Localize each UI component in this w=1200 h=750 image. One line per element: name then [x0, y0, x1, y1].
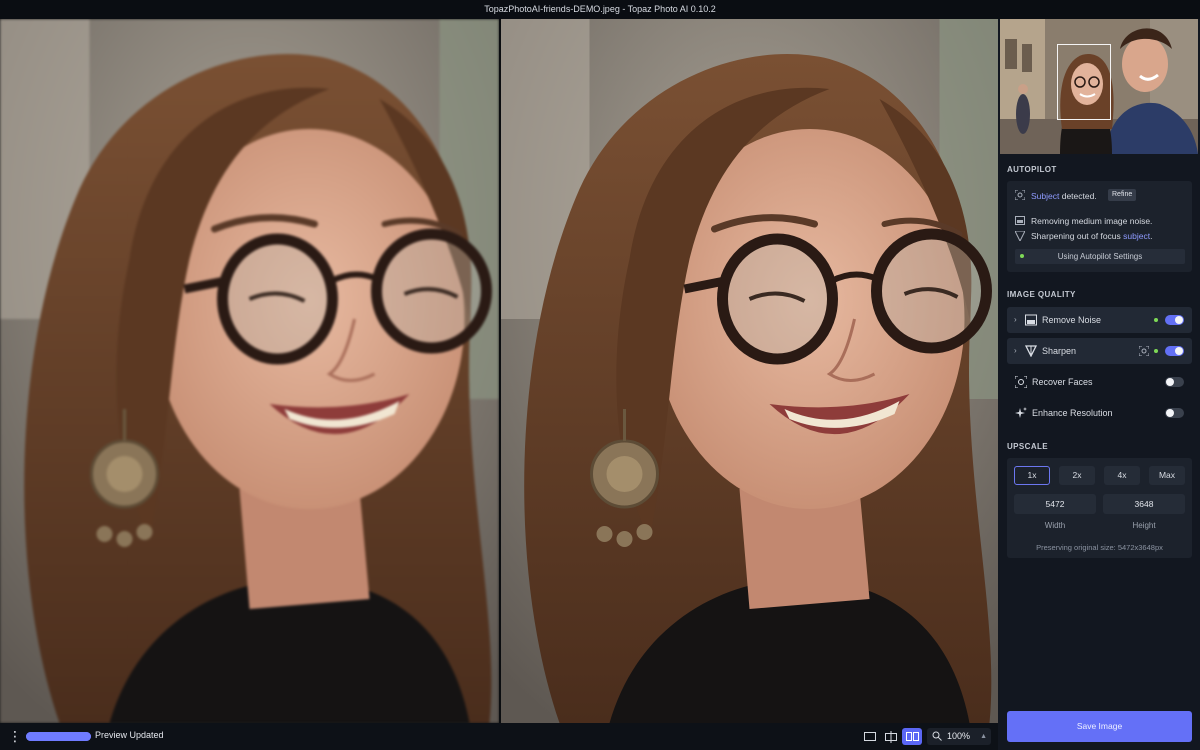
autopilot-active-dot	[1020, 254, 1024, 258]
side-by-side-icon	[905, 732, 919, 741]
zoom-dropdown[interactable]: 100% ▲	[927, 728, 991, 745]
toggle-knob	[1175, 316, 1183, 324]
remove-noise-label: Remove Noise	[1042, 315, 1102, 325]
enhance-resolution-toggle[interactable]	[1165, 408, 1184, 418]
toggle-knob	[1166, 409, 1174, 417]
sharpen-suffix: .	[1150, 231, 1153, 241]
recover-faces-label: Recover Faces	[1032, 377, 1093, 387]
split-view-button[interactable]	[881, 728, 901, 745]
scale-1x-button[interactable]: 1x	[1014, 466, 1050, 485]
height-label: Height	[1132, 521, 1156, 530]
remove-noise-row[interactable]: › Remove Noise	[1007, 307, 1192, 333]
status-bar: ⋮ Preview Updated 100% ▲	[0, 723, 998, 750]
remove-noise-icon	[1025, 314, 1037, 326]
noise-status-text: Removing medium image noise.	[1031, 216, 1153, 226]
sharpen-subject-link[interactable]: subject	[1123, 231, 1150, 241]
processed-photo	[501, 19, 998, 723]
subject-detected-text: Subject detected.	[1031, 191, 1097, 201]
sharpen-label: Sharpen	[1042, 346, 1077, 356]
remove-noise-active-dot	[1154, 318, 1158, 322]
recover-faces-icon	[1015, 376, 1027, 388]
enhance-resolution-row[interactable]: Enhance Resolution	[1007, 400, 1192, 426]
autopilot-settings-button[interactable]: Using Autopilot Settings	[1015, 249, 1185, 264]
enhance-resolution-label: Enhance Resolution	[1032, 408, 1113, 418]
processed-preview[interactable]	[501, 19, 998, 723]
recover-faces-row[interactable]: Recover Faces	[1007, 369, 1192, 395]
sharpen-active-dot	[1154, 349, 1158, 353]
autopilot-heading: AUTOPILOT	[1007, 165, 1057, 174]
scale-4x-button[interactable]: 4x	[1104, 466, 1140, 485]
upscale-heading: UPSCALE	[1007, 442, 1049, 451]
toggle-knob	[1175, 347, 1183, 355]
subject-detect-icon	[1015, 190, 1025, 200]
sharpen-icon	[1025, 345, 1037, 357]
chevron-right-icon: ›	[1014, 315, 1017, 324]
sharpen-prefix: Sharpening out of focus	[1031, 231, 1124, 241]
refine-button[interactable]: Refine	[1108, 189, 1137, 201]
noise-icon	[1015, 216, 1025, 225]
upscale-card: 1x 2x 4x Max 5472 3648 Width Height Pres…	[1007, 458, 1192, 558]
navigator-viewport-frame[interactable]	[1057, 44, 1111, 120]
subject-link[interactable]: Subject	[1031, 191, 1059, 201]
scale-2x-button[interactable]: 2x	[1059, 466, 1095, 485]
single-view-button[interactable]	[860, 728, 880, 745]
settings-sidebar: AUTOPILOT Subject detected. Refine Remov…	[998, 19, 1200, 750]
width-input[interactable]: 5472	[1014, 494, 1096, 514]
more-menu-icon[interactable]: ⋮	[8, 729, 22, 745]
original-preview[interactable]	[0, 19, 499, 723]
sharpen-small-icon	[1015, 231, 1025, 241]
preview-progress-fill	[26, 732, 91, 741]
window-title: TopazPhotoAI-friends-DEMO.jpeg - Topaz P…	[0, 0, 1200, 19]
zoom-value: 100%	[947, 731, 971, 741]
single-view-icon	[864, 732, 876, 741]
toggle-knob	[1166, 378, 1174, 386]
remove-noise-toggle[interactable]	[1165, 315, 1184, 325]
subject-target-icon[interactable]	[1139, 346, 1149, 356]
side-by-side-view-button[interactable]	[902, 728, 922, 745]
sparkle-icon	[1015, 407, 1027, 418]
autopilot-card: Subject detected. Refine Removing medium…	[1007, 181, 1192, 272]
status-text: Preview Updated	[95, 730, 164, 740]
image-quality-heading: IMAGE QUALITY	[1007, 290, 1076, 299]
split-view-icon	[885, 730, 897, 743]
sharpen-toggle[interactable]	[1165, 346, 1184, 356]
scale-max-button[interactable]: Max	[1149, 466, 1185, 485]
preview-progress-bar	[26, 732, 91, 741]
autopilot-settings-label: Using Autopilot Settings	[1057, 252, 1143, 261]
original-photo	[0, 19, 499, 723]
sharpen-row[interactable]: › Sharpen	[1007, 338, 1192, 364]
chevron-up-icon: ▲	[980, 733, 987, 740]
sharpen-status-text: Sharpening out of focus subject.	[1031, 231, 1152, 241]
image-viewer[interactable]	[0, 19, 998, 723]
width-label: Width	[1044, 521, 1066, 530]
detected-suffix: detected.	[1059, 191, 1097, 201]
navigator-thumbnail[interactable]	[1000, 19, 1198, 154]
chevron-right-icon: ›	[1014, 346, 1017, 355]
recover-faces-toggle[interactable]	[1165, 377, 1184, 387]
save-image-button[interactable]: Save Image	[1007, 711, 1192, 742]
preserve-size-note: Preserving original size: 5472x3648px	[1036, 543, 1163, 552]
zoom-icon	[932, 731, 942, 741]
height-input[interactable]: 3648	[1103, 494, 1185, 514]
